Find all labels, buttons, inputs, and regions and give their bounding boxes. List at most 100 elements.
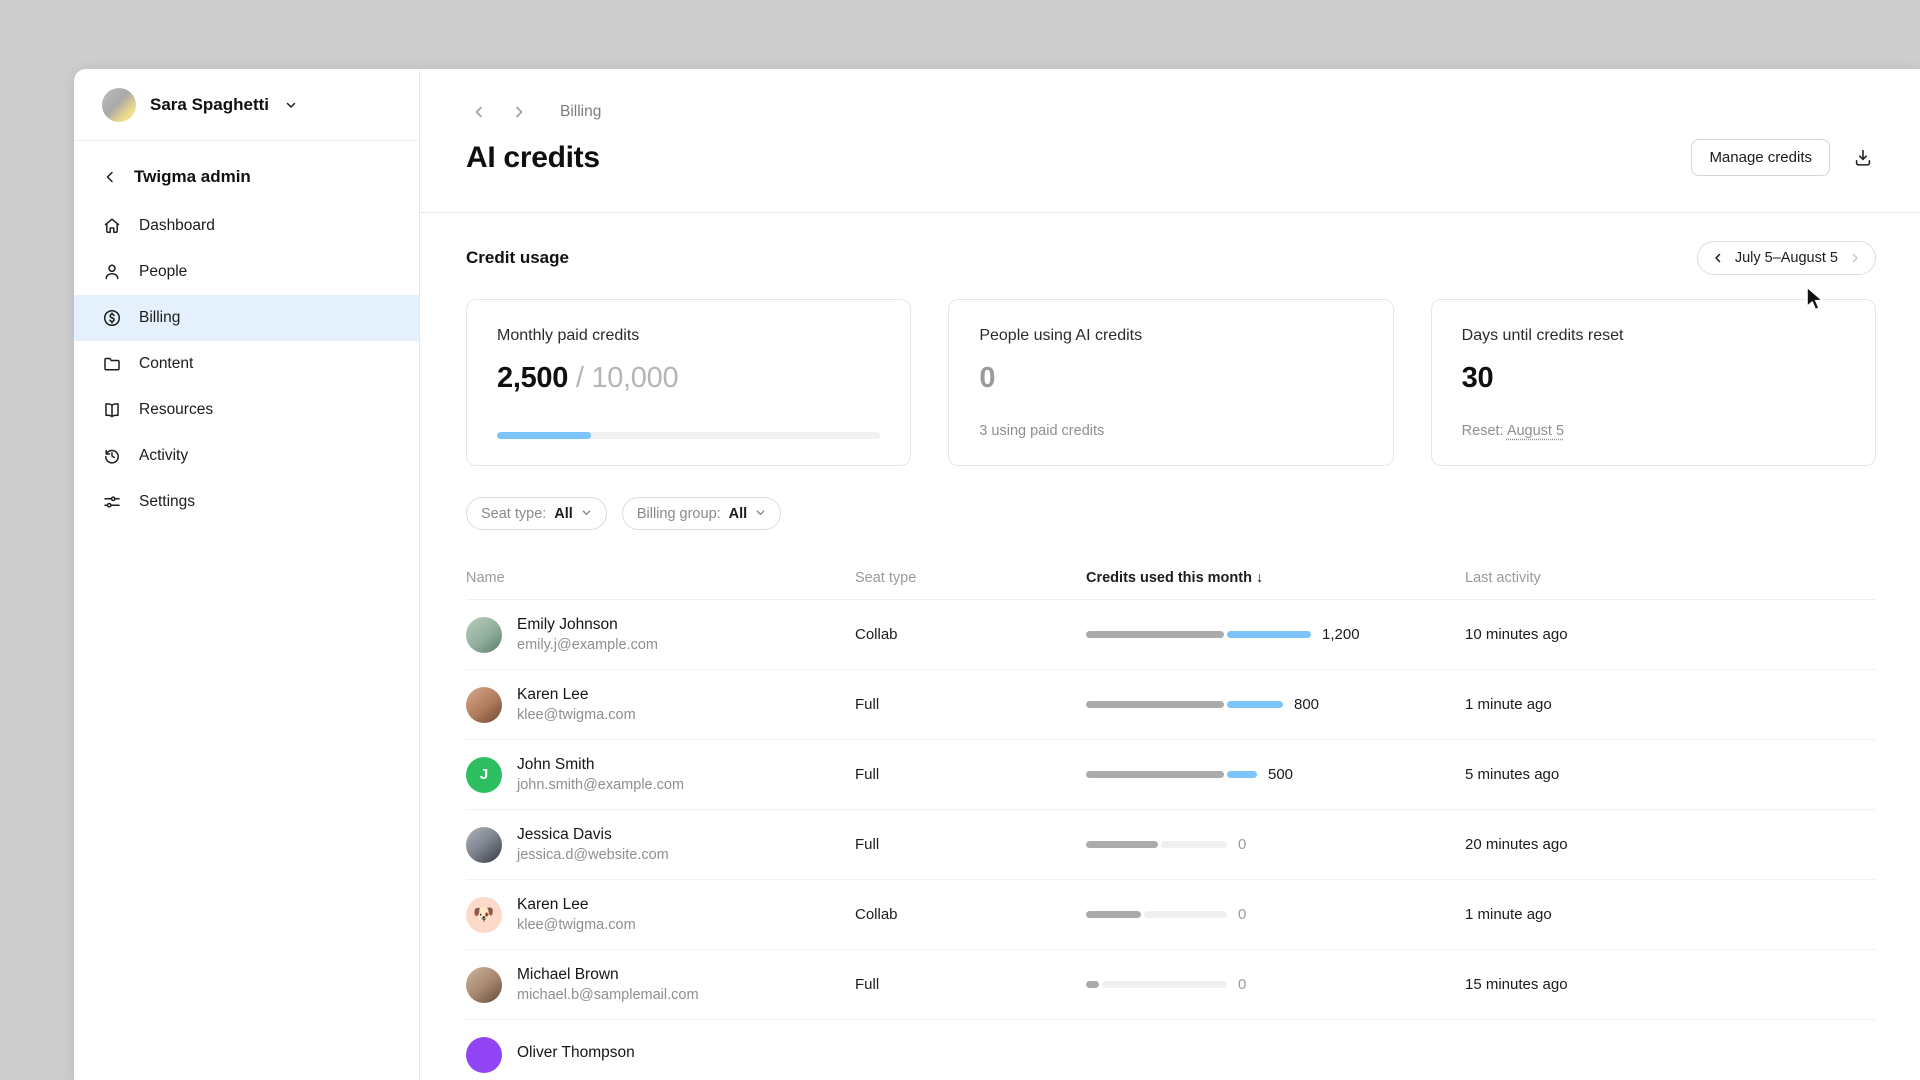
sliders-icon — [102, 492, 122, 512]
credits-bar: 800 — [1086, 696, 1465, 713]
date-next-icon[interactable] — [1848, 251, 1862, 265]
dollar-circle-icon — [102, 308, 122, 328]
avatar — [466, 687, 502, 723]
table-row[interactable]: Emily Johnson emily.j@example.com Collab… — [466, 600, 1876, 670]
avatar — [466, 617, 502, 653]
seat-type: Full — [855, 976, 1086, 993]
person-name: Emily Johnson — [517, 616, 658, 634]
credits-bar-gray-segment — [1086, 701, 1224, 708]
credits-bar-extra-segment — [1227, 701, 1283, 708]
manage-credits-button[interactable]: Manage credits — [1691, 139, 1830, 176]
sidebar-item-billing[interactable]: Billing — [74, 295, 419, 341]
last-activity: 1 minute ago — [1465, 696, 1876, 713]
avatar — [466, 967, 502, 1003]
credits-bar: 1,200 — [1086, 626, 1465, 643]
person-icon — [102, 262, 122, 282]
sidebar-item-resources[interactable]: Resources — [74, 387, 419, 433]
table-row[interactable]: 🐶 Karen Lee klee@twigma.com Collab 0 1 m… — [466, 880, 1876, 950]
credits-bar: 0 — [1086, 976, 1465, 993]
app-window: Sara Spaghetti Twigma admin Dashboard Pe… — [74, 69, 1920, 1080]
user-name: Sara Spaghetti — [150, 95, 269, 115]
seat-type-filter[interactable]: Seat type: All — [466, 497, 607, 530]
folder-icon — [102, 354, 122, 374]
download-icon[interactable] — [1850, 145, 1876, 171]
breadcrumb-current: Billing — [560, 103, 601, 121]
nav-back-icon[interactable] — [466, 99, 492, 125]
sidebar-item-label: Dashboard — [139, 217, 215, 235]
avatar: J — [466, 757, 502, 793]
credits-bar: 0 — [1086, 906, 1465, 923]
sidebar: Sara Spaghetti Twigma admin Dashboard Pe… — [74, 69, 420, 1080]
user-avatar — [102, 88, 136, 122]
table-row[interactable]: Jessica Davis jessica.d@website.com Full… — [466, 810, 1876, 880]
table-row[interactable]: Karen Lee klee@twigma.com Full 800 1 min… — [466, 670, 1876, 740]
nav-forward-icon[interactable] — [506, 99, 532, 125]
account-switcher[interactable]: Sara Spaghetti — [74, 69, 419, 141]
table-body: Emily Johnson emily.j@example.com Collab… — [466, 600, 1876, 1080]
date-range-picker[interactable]: July 5–August 5 — [1697, 241, 1876, 275]
person-cell: J John Smith john.smith@example.com — [466, 756, 855, 793]
col-name[interactable]: Name — [466, 570, 855, 586]
last-activity: 10 minutes ago — [1465, 626, 1876, 643]
seat-type: Full — [855, 836, 1086, 853]
sidebar-item-content[interactable]: Content — [74, 341, 419, 387]
credits-bar-gray-segment — [1086, 981, 1099, 988]
credits-bar-extra-segment — [1102, 981, 1227, 988]
sidebar-item-people[interactable]: People — [74, 249, 419, 295]
credits-progress-fill — [497, 432, 591, 439]
stat-cards: Monthly paid credits 2,500 / 10,000 Peop… — [420, 299, 1920, 466]
table-header: Name Seat type Credits used this month ↓… — [466, 556, 1876, 600]
seat-type: Full — [855, 766, 1086, 783]
chevron-down-icon — [283, 97, 299, 113]
avatar — [466, 827, 502, 863]
workspace-title: Twigma admin — [134, 167, 251, 187]
credits-bar: 0 — [1086, 836, 1465, 853]
col-credits-used[interactable]: Credits used this month ↓ — [1086, 570, 1465, 586]
sidebar-item-label: People — [139, 263, 187, 281]
credits-value: 800 — [1294, 696, 1319, 713]
reset-date-link[interactable]: August 5 — [1507, 423, 1564, 439]
credits-value: 0 — [1238, 836, 1246, 853]
card-days-until-reset: Days until credits reset 30 Reset: Augus… — [1431, 299, 1876, 466]
seat-type: Collab — [855, 626, 1086, 643]
last-activity: 5 minutes ago — [1465, 766, 1876, 783]
credits-bar-extra-segment — [1227, 631, 1311, 638]
person-cell: 🐶 Karen Lee klee@twigma.com — [466, 896, 855, 933]
sidebar-nav: Dashboard People Billing Content Resourc… — [74, 203, 419, 525]
table-row[interactable]: J John Smith john.smith@example.com Full… — [466, 740, 1876, 810]
date-prev-icon[interactable] — [1711, 251, 1725, 265]
credits-value: 0 — [1238, 906, 1246, 923]
billing-group-filter[interactable]: Billing group: All — [622, 497, 781, 530]
back-chevron-icon[interactable] — [102, 169, 118, 185]
table-row[interactable]: Michael Brown michael.b@samplemail.com F… — [466, 950, 1876, 1020]
sidebar-item-label: Content — [139, 355, 193, 373]
credits-table: Name Seat type Credits used this month ↓… — [420, 556, 1920, 1080]
page-header: AI credits Manage credits — [420, 139, 1920, 176]
chevron-down-icon — [581, 505, 592, 523]
person-name: Michael Brown — [517, 966, 699, 984]
sidebar-item-dashboard[interactable]: Dashboard — [74, 203, 419, 249]
person-email: klee@twigma.com — [517, 917, 636, 933]
col-last-activity[interactable]: Last activity — [1465, 570, 1876, 586]
person-name: Karen Lee — [517, 896, 636, 914]
book-icon — [102, 400, 122, 420]
home-icon — [102, 216, 122, 236]
sidebar-item-label: Resources — [139, 401, 213, 419]
section-title: Credit usage — [466, 248, 569, 268]
credits-bar: 500 — [1086, 766, 1465, 783]
person-email: klee@twigma.com — [517, 707, 636, 723]
credits-bar-extra-segment — [1227, 771, 1257, 778]
table-row[interactable]: Oliver Thompson — [466, 1020, 1876, 1080]
credits-bar-gray-segment — [1086, 911, 1141, 918]
col-seat-type[interactable]: Seat type — [855, 570, 1086, 586]
sidebar-item-settings[interactable]: Settings — [74, 479, 419, 525]
breadcrumb: Billing — [420, 69, 1920, 125]
sidebar-item-activity[interactable]: Activity — [74, 433, 419, 479]
filters: Seat type: All Billing group: All — [420, 497, 1920, 530]
credits-bar-gray-segment — [1086, 841, 1158, 848]
history-icon — [102, 446, 122, 466]
person-email: michael.b@samplemail.com — [517, 987, 699, 1003]
card-value: 30 — [1462, 362, 1845, 395]
person-name: Jessica Davis — [517, 826, 669, 844]
main-content: Billing AI credits Manage credits Credit… — [420, 69, 1920, 1080]
